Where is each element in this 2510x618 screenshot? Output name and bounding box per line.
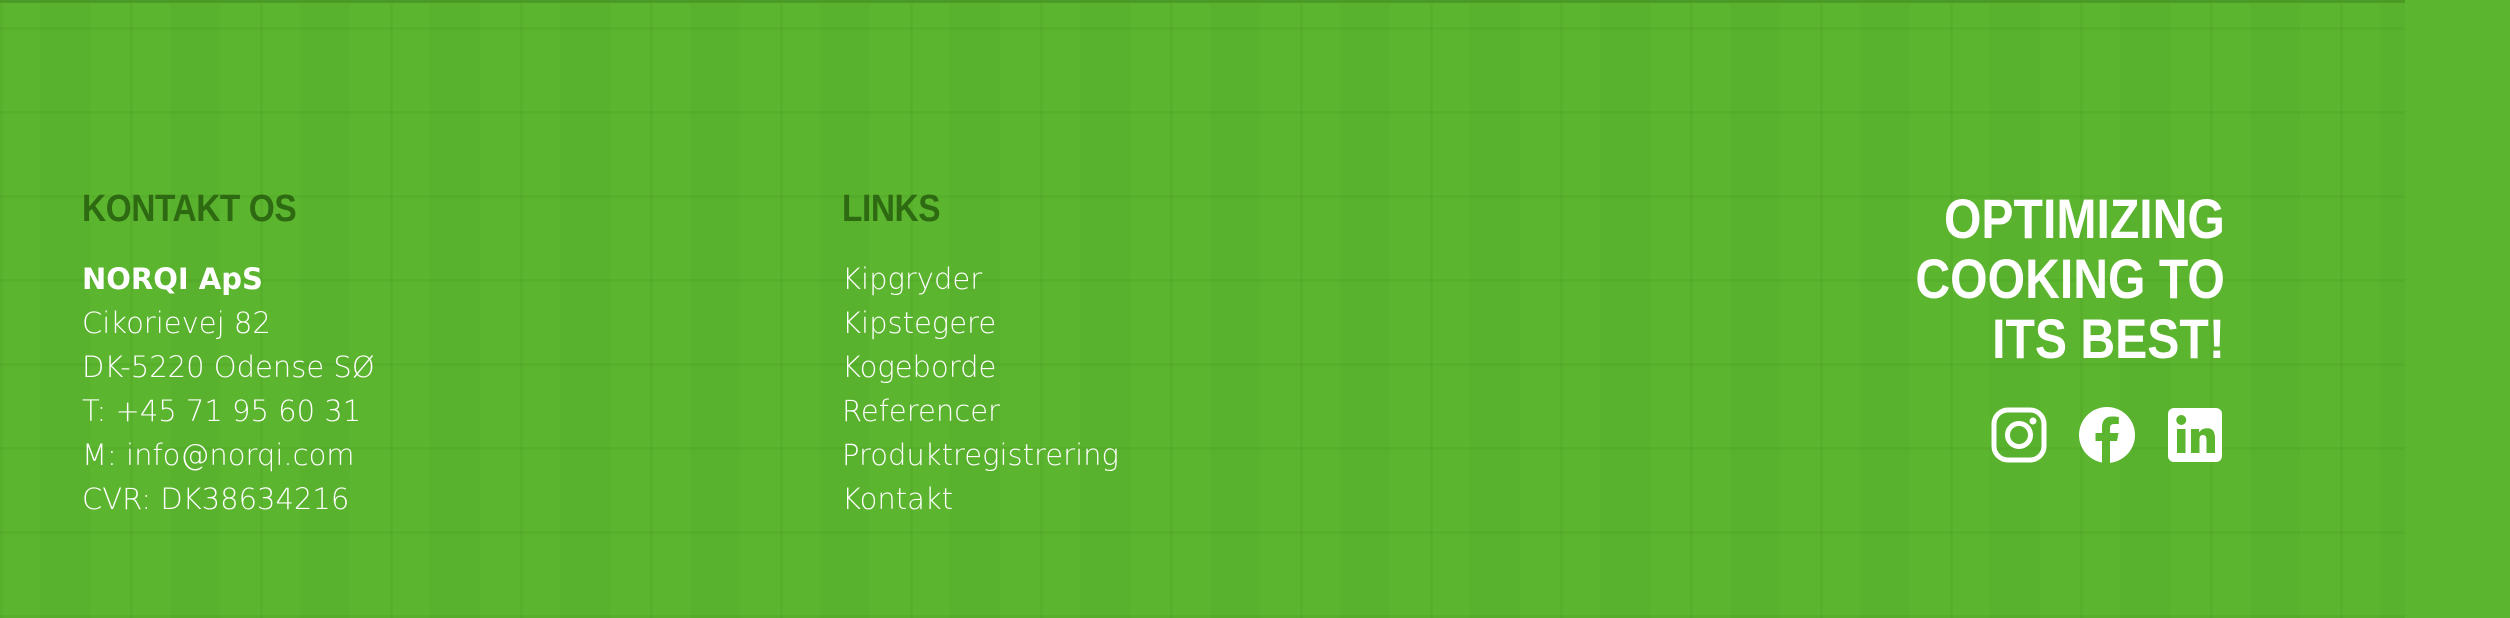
phone-line[interactable]: T: +45 71 95 60 31 (82, 389, 375, 433)
city-line: DK-5220 Odense SØ (82, 350, 375, 384)
page: KONTAKT OS NORQI ApS Cikorievej 82 DK-52… (0, 0, 2510, 618)
slogan-line-1: OPTIMIZING (1944, 187, 2225, 250)
slogan-line-3: ITS BEST! (1992, 307, 2225, 370)
instagram-icon[interactable] (1989, 405, 2049, 465)
social-links (1989, 405, 2225, 465)
linkedin-icon[interactable] (2165, 405, 2225, 465)
link-kipgryder[interactable]: Kipgryder (842, 257, 1119, 301)
links-section: LINKS Kipgryder Kipstegere Kogeborde Ref… (842, 188, 1119, 521)
slogan: OPTIMIZING COOKING TO ITS BEST! (1916, 189, 2225, 369)
company-name: NORQI ApS (82, 262, 263, 296)
contact-heading: KONTAKT OS (82, 188, 297, 230)
link-kogeborde[interactable]: Kogeborde (842, 345, 1119, 389)
contact-section: KONTAKT OS NORQI ApS Cikorievej 82 DK-52… (82, 188, 375, 521)
link-referencer[interactable]: Referencer (842, 389, 1119, 433)
slogan-line-2: COOKING TO (1915, 247, 2225, 310)
site-footer: KONTAKT OS NORQI ApS Cikorievej 82 DK-52… (0, 0, 2405, 618)
facebook-icon[interactable] (2077, 405, 2137, 465)
email-line[interactable]: M: info@norqi.com (82, 433, 375, 477)
link-kipstegere[interactable]: Kipstegere (842, 301, 1119, 345)
links-heading: LINKS (842, 188, 941, 230)
cvr-line: CVR: DK38634216 (82, 482, 350, 516)
link-kontakt[interactable]: Kontakt (842, 477, 1119, 521)
right-strip (2405, 0, 2510, 618)
link-produktregistrering[interactable]: Produktregistrering (842, 433, 1119, 477)
address-line: Cikorievej 82 (82, 306, 271, 340)
